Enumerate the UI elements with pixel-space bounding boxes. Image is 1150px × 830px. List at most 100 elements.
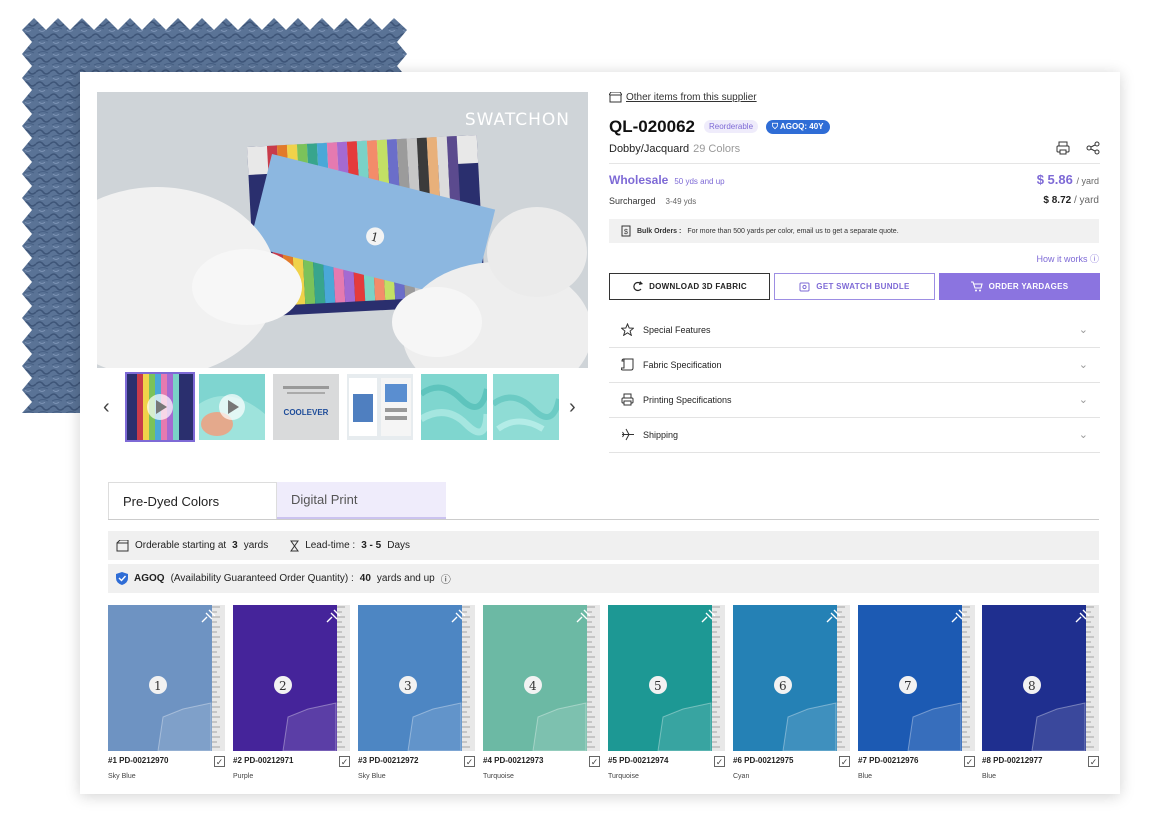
orderable-info-row: Orderable starting at 3 yards Lead-time …	[108, 531, 1099, 560]
swatch-code: #3 PD-00212972	[358, 756, 419, 765]
accordion-shipping[interactable]: Shipping ⌄	[609, 417, 1100, 453]
swatch-number: 1	[154, 679, 162, 693]
select-checkbox[interactable]: ✓	[1088, 756, 1099, 767]
wholesale-range: 50 yds and up	[674, 177, 725, 186]
color-swatch-grid: 1 #1 PD-00212970 ✓ Sky Blue 2 #2 PD-0021…	[108, 605, 1099, 780]
hourglass-icon	[290, 540, 300, 551]
swatch-number: 3	[404, 679, 412, 693]
swatch-image[interactable]: 1	[108, 605, 225, 751]
swatch-image[interactable]: 4	[483, 605, 600, 751]
swatch-card[interactable]: 3 #3 PD-00212972 ✓ Sky Blue	[358, 605, 475, 780]
orderable-prefix: Orderable starting at	[135, 540, 227, 551]
wholesale-price: $ 5.86 / yard	[1037, 172, 1099, 187]
swatch-color-name: Blue	[858, 773, 873, 780]
swatchon-watermark: SWATCHON	[464, 110, 570, 130]
agoq-badge-label: AGOQ: 40Y	[779, 122, 824, 131]
thumbnail-3[interactable]: COOLEVER	[273, 374, 339, 440]
shield-check-icon: ⛉	[772, 122, 780, 131]
select-checkbox[interactable]: ✓	[714, 756, 725, 767]
surcharged-row: Surcharged 3-49 yds	[609, 196, 696, 206]
select-checkbox[interactable]: ✓	[339, 756, 350, 767]
thumbnail-4[interactable]	[347, 374, 413, 440]
printer-icon	[621, 393, 637, 406]
reorderable-badge: Reorderable	[704, 120, 759, 133]
surcharged-range: 3-49 yds	[665, 197, 697, 206]
swatch-image[interactable]: 7	[858, 605, 975, 751]
thumbnail-6[interactable]	[493, 374, 559, 440]
swatch-number: 6	[779, 679, 787, 693]
accordion-label: Fabric Specification	[643, 359, 722, 370]
accordion-fabric-specification[interactable]: Fabric Specification ⌄	[609, 347, 1100, 383]
agoq-value: 40	[359, 573, 371, 584]
how-it-works-link[interactable]: How it works ⓘ	[1036, 252, 1099, 265]
wholesale-price-value: $ 5.86	[1036, 172, 1073, 187]
thumbnail-strip: ‹ COOLEVER ›	[97, 372, 588, 442]
swatch-number: 7	[904, 679, 912, 693]
order-yardages-button[interactable]: ORDER YARDAGES	[939, 273, 1100, 300]
chevron-right-icon[interactable]: ›	[569, 396, 576, 419]
swatch-code: #8 PD-00212977	[982, 756, 1043, 765]
select-checkbox[interactable]: ✓	[839, 756, 850, 767]
tab-pre-dyed-colors[interactable]: Pre-Dyed Colors	[108, 482, 277, 520]
how-it-works-label: How it works	[1036, 254, 1088, 264]
star-icon	[621, 323, 637, 336]
get-swatch-bundle-button[interactable]: GET SWATCH BUNDLE	[774, 273, 935, 300]
accordion-special-features[interactable]: Special Features ⌄	[609, 312, 1100, 348]
swatch-card[interactable]: 5 #5 PD-00212974 ✓ Turquoise	[608, 605, 725, 780]
thumbnail-2[interactable]	[199, 374, 265, 440]
swatch-card[interactable]: 7 #7 PD-00212976 ✓ Blue	[858, 605, 975, 780]
print-icon[interactable]	[1056, 141, 1070, 155]
swatch-card[interactable]: 6 #6 PD-00212975 ✓ Cyan	[733, 605, 850, 780]
other-items-link[interactable]: Other items from this supplier	[609, 92, 757, 103]
select-checkbox[interactable]: ✓	[464, 756, 475, 767]
tab-digital-print[interactable]: Digital Print	[277, 482, 446, 519]
hero-image[interactable]: 1 SWATCHON	[97, 92, 588, 368]
swatch-color-name: Sky Blue	[108, 773, 136, 780]
swatch-image[interactable]: 6	[733, 605, 850, 751]
info-icon: ⓘ	[440, 575, 451, 586]
surcharged-price-value: $ 8.72	[1043, 195, 1072, 206]
select-checkbox[interactable]: ✓	[214, 756, 225, 767]
swatch-card[interactable]: 2 #2 PD-00212971 ✓ Purple	[233, 605, 350, 780]
swatch-color-name: Turquoise	[608, 773, 639, 780]
info-icon: ⓘ	[1089, 254, 1099, 264]
agoq-info-row: AGOQ (Availability Guaranteed Order Quan…	[108, 564, 1099, 593]
scroll-icon	[621, 358, 637, 371]
product-code: QL-020062	[609, 117, 695, 136]
swatch-image[interactable]: 5	[608, 605, 725, 751]
rotate-3d-icon	[633, 281, 644, 292]
swatch-card[interactable]: 1 #1 PD-00212970 ✓ Sky Blue	[108, 605, 225, 780]
chevron-down-icon: ⌄	[1078, 359, 1088, 371]
share-icon[interactable]	[1086, 141, 1100, 155]
swatch-card[interactable]: 4 #4 PD-00212973 ✓ Turquoise	[483, 605, 600, 780]
swatch-image[interactable]: 3	[358, 605, 475, 751]
download-3d-fabric-button[interactable]: DOWNLOAD 3D FABRIC	[609, 273, 770, 300]
cart-icon	[970, 281, 983, 292]
swatch-number: 2	[279, 679, 287, 693]
chevron-left-icon[interactable]: ‹	[103, 396, 110, 419]
wholesale-label: Wholesale	[609, 173, 669, 187]
action-icons	[1056, 141, 1100, 155]
box-icon	[116, 539, 129, 551]
swatch-color-name: Cyan	[733, 773, 750, 780]
thumbnail-1[interactable]	[125, 372, 195, 442]
bulk-orders-text: For more than 500 yards per color, email…	[687, 227, 899, 235]
swatch-card[interactable]: 8 #8 PD-00212977 ✓ Blue	[982, 605, 1099, 780]
bulk-orders-notice: $ Bulk Orders : For more than 500 yards …	[609, 219, 1099, 243]
accordion-label: Special Features	[643, 324, 711, 335]
wholesale-unit: / yard	[1076, 176, 1099, 186]
get-swatch-bundle-label: GET SWATCH BUNDLE	[816, 282, 910, 291]
select-checkbox[interactable]: ✓	[589, 756, 600, 767]
chevron-down-icon: ⌄	[1078, 429, 1088, 441]
select-checkbox[interactable]: ✓	[964, 756, 975, 767]
chevron-down-icon: ⌄	[1078, 324, 1088, 336]
orderable-yards: 3	[232, 540, 238, 551]
thumbnail-5[interactable]	[421, 374, 487, 440]
color-count: 29 Colors	[693, 143, 741, 155]
quote-doc-icon: $	[621, 225, 631, 237]
swatch-image[interactable]: 2	[233, 605, 350, 751]
accordion-printing-specifications[interactable]: Printing Specifications ⌄	[609, 382, 1100, 418]
swatch-color-name: Blue	[982, 773, 997, 780]
swatch-image[interactable]: 8	[982, 605, 1099, 751]
fabric-type: Dobby/Jacquard 29 Colors	[609, 143, 740, 155]
